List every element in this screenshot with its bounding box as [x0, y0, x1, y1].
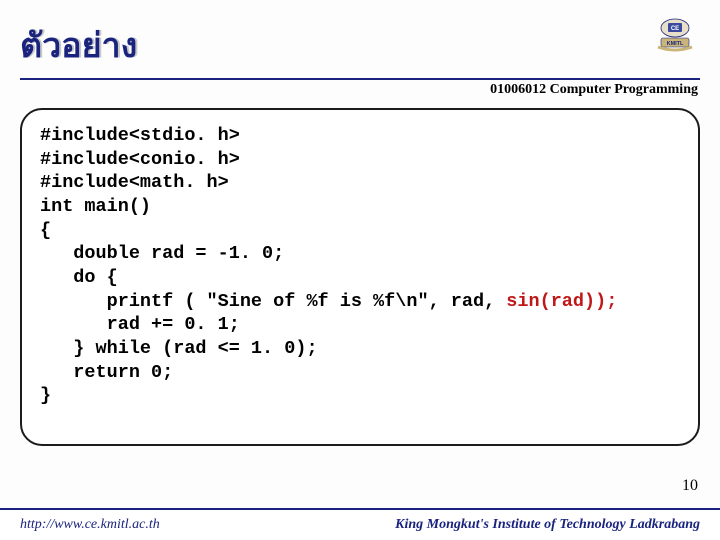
code-line: { — [40, 220, 51, 241]
page-number: 10 — [682, 477, 698, 495]
course-code: 01006012 Computer Programming — [0, 80, 720, 98]
footer-institution: King Mongkut's Institute of Technology L… — [395, 517, 700, 533]
code-line: rad += 0. 1; — [40, 314, 240, 335]
code-line: return 0; — [40, 362, 173, 383]
slide-title: ตัวอย่าง — [20, 18, 700, 72]
code-line: } while (rad <= 1. 0); — [40, 338, 318, 359]
footer-url: http://www.ce.kmitl.ac.th — [20, 517, 160, 533]
slide: ตัวอย่าง ตัวอย่าง CE KMITL 01006012 Comp… — [0, 0, 720, 540]
svg-text:KMITL: KMITL — [667, 41, 684, 47]
code-line: #include<conio. h> — [40, 149, 240, 170]
code-line: double rad = -1. 0; — [40, 243, 284, 264]
code-line: int main() — [40, 196, 151, 217]
code-line: do { — [40, 267, 118, 288]
code-highlight: sin(rad)); — [506, 291, 617, 312]
code-example-box: #include<stdio. h> #include<conio. h> #i… — [20, 108, 700, 446]
code-line: #include<math. h> — [40, 172, 229, 193]
svg-text:CE: CE — [671, 26, 679, 32]
header: ตัวอย่าง ตัวอย่าง — [0, 0, 720, 72]
code-line: #include<stdio. h> — [40, 125, 240, 146]
code-content: #include<stdio. h> #include<conio. h> #i… — [40, 124, 680, 408]
footer: http://www.ce.kmitl.ac.th King Mongkut's… — [0, 508, 720, 540]
kmitl-ce-logo: CE KMITL — [652, 16, 698, 54]
code-line: printf ( "Sine of %f is %f\n", rad, — [40, 291, 506, 312]
code-line: } — [40, 385, 51, 406]
